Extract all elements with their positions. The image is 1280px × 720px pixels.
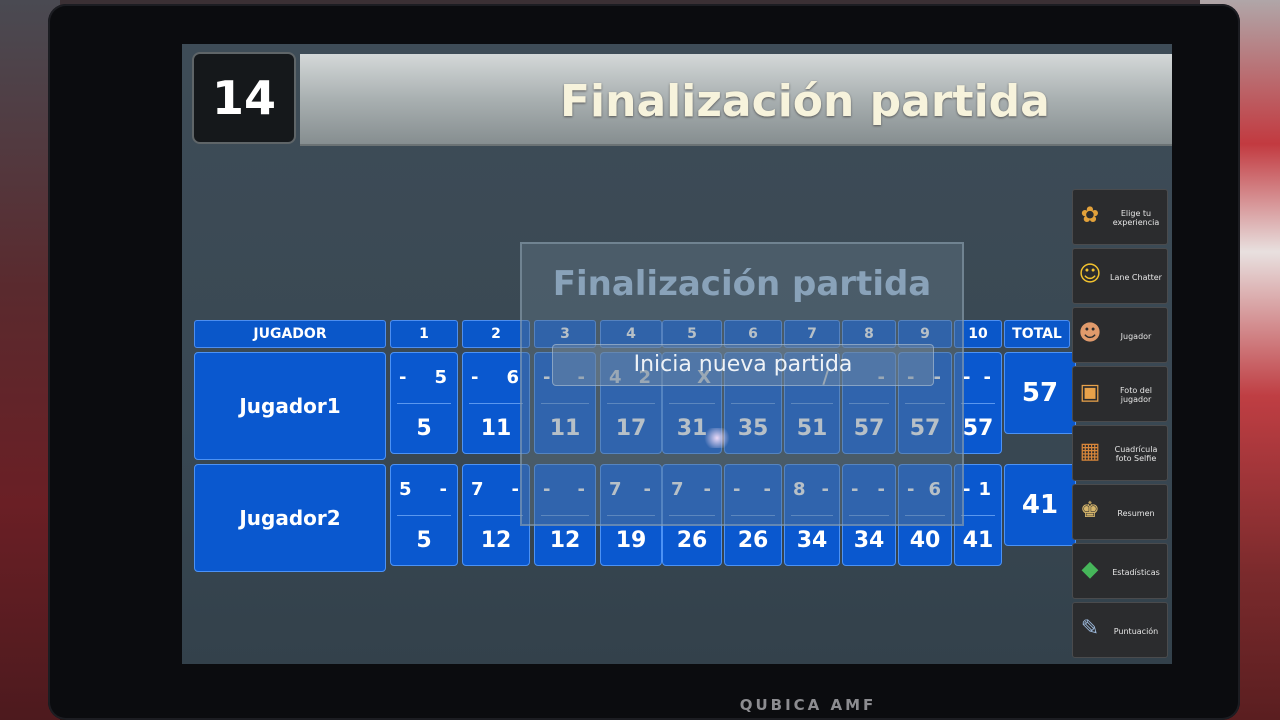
lane-chatter-button[interactable]: ☺ Lane Chatter [1072, 248, 1168, 304]
side-button-label: Puntuación [1113, 626, 1159, 636]
side-button-label: Elige tu experiencia [1112, 209, 1160, 227]
dialog-title: Finalización partida [552, 264, 932, 304]
header-player: JUGADOR [194, 320, 386, 348]
smiley-chat-icon: ☺ [1078, 262, 1102, 287]
ball-1: - [963, 479, 971, 500]
header-total: TOTAL [1004, 320, 1070, 348]
ball-1: 5 [399, 479, 412, 500]
player-total: 57 [1004, 352, 1076, 434]
ball-2: - [511, 479, 519, 500]
summary-icon: ♚ [1080, 498, 1100, 523]
frame-cell: 5 - 5 [390, 464, 458, 566]
frame-divider [469, 403, 523, 404]
side-button-label: Estadísticas [1112, 567, 1160, 577]
frame-score: 34 [853, 528, 885, 553]
ball-2: - [983, 367, 991, 388]
experience-button[interactable]: ✿ Elige tu experiencia [1072, 189, 1168, 245]
side-menu: ✿ Elige tu experiencia ☺ Lane Chatter ☻ … [1072, 189, 1168, 661]
summary-button[interactable]: ♚ Resumen [1072, 484, 1168, 540]
player-name-1[interactable]: Jugador1 [194, 352, 386, 460]
ball-1: - [471, 367, 479, 388]
side-button-label: Resumen [1117, 508, 1155, 518]
frame-score: 5 [416, 416, 432, 441]
light-reflection [702, 428, 732, 448]
lane-number: 14 [192, 52, 296, 144]
brand-logo: QUBICA AMF [739, 696, 877, 714]
player-total: 41 [1004, 464, 1076, 546]
players-button[interactable]: ☻ Jugador [1072, 307, 1168, 363]
page-title: Finalización partida [560, 76, 1050, 127]
selfie-grid-button[interactable]: ▦ Cuadrícula foto Selfie [1072, 425, 1168, 481]
side-button-label: Foto del jugador [1119, 386, 1152, 404]
statistics-button[interactable]: ◆ Estadísticas [1072, 543, 1168, 599]
frame-score: 12 [480, 528, 512, 553]
frame-cell: - 5 5 [390, 352, 458, 454]
score-icon: ✎ [1080, 616, 1100, 641]
scoring-screen: 14 Finalización partida JUGADOR 1 2 3 4 … [182, 44, 1172, 664]
frame-divider [961, 403, 995, 404]
frame-score: 12 [549, 528, 581, 553]
ball-2: 5 [434, 367, 447, 388]
player-photo-button[interactable]: ▣ Foto del jugador [1072, 366, 1168, 422]
ball-1: - [963, 367, 971, 388]
frame-divider [397, 403, 451, 404]
frame-divider [469, 515, 523, 516]
frame-divider [961, 515, 995, 516]
players-icon: ☻ [1078, 321, 1102, 346]
title-bar: Finalización partida [300, 54, 1172, 146]
ball-2: - [439, 479, 447, 500]
side-button-label: Lane Chatter [1110, 272, 1162, 282]
photo-icon: ▣ [1079, 380, 1101, 405]
side-button-label: Cuadrícula foto Selfie [1114, 445, 1158, 463]
ball-1: - [399, 367, 407, 388]
stats-cube-icon: ◆ [1081, 557, 1099, 582]
ball-1: 7 [471, 479, 484, 500]
frame-score: 41 [962, 528, 994, 553]
game-over-dialog: Finalización partida Inicia nueva partid… [520, 242, 964, 526]
selfie-grid-icon: ▦ [1079, 439, 1101, 464]
side-button-label: Jugador [1120, 331, 1152, 341]
ball-2: 6 [506, 367, 519, 388]
frame-score: 26 [676, 528, 708, 553]
apps-icon: ✿ [1080, 203, 1100, 228]
frame-score: 26 [737, 528, 769, 553]
frame-score: 40 [909, 528, 941, 553]
frame-score: 19 [615, 528, 647, 553]
frame-score: 5 [416, 528, 432, 553]
frame-divider [397, 515, 451, 516]
ball-2: 1 [978, 479, 991, 500]
frame-score: 34 [796, 528, 828, 553]
player-name-2[interactable]: Jugador2 [194, 464, 386, 572]
header-frame-1: 1 [390, 320, 458, 348]
score-button[interactable]: ✎ Puntuación [1072, 602, 1168, 658]
new-game-button[interactable]: Inicia nueva partida [552, 344, 934, 386]
